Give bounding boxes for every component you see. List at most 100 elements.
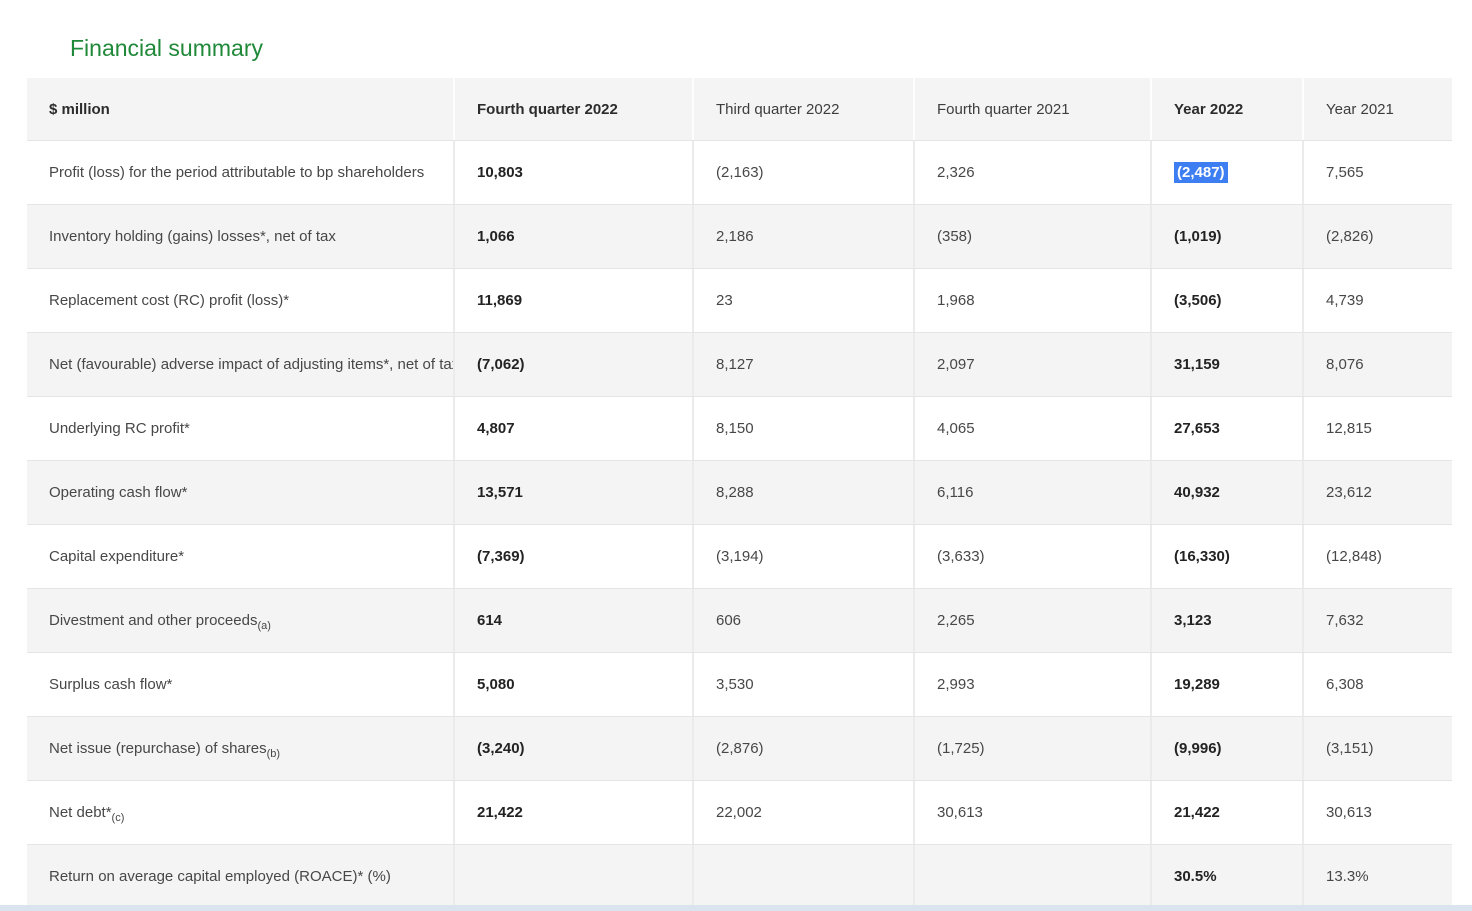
horizontal-scrollbar-track[interactable] — [0, 905, 1472, 911]
page-title: Financial summary — [70, 35, 263, 61]
table-cell: 8,127 — [692, 333, 913, 396]
cell-value: 2,993 — [937, 676, 975, 693]
cell-value: 27,653 — [1174, 420, 1220, 437]
cell-value: 23 — [716, 292, 733, 309]
row-label: Net (favourable) adverse impact of adjus… — [49, 356, 453, 373]
table-cell: (7,062) — [453, 333, 692, 396]
cell-value: 30,613 — [937, 804, 983, 821]
table-cell: 614 — [453, 589, 692, 652]
table-cell: 1,066 — [453, 205, 692, 268]
cell-value: 21,422 — [477, 804, 523, 821]
row-label-footnote: (b) — [267, 748, 280, 760]
row-label-cell: Capital expenditure* — [27, 525, 453, 588]
cell-value: (2,826) — [1326, 228, 1374, 245]
selected-cell-value[interactable]: (2,487) — [1174, 162, 1228, 183]
table-cell: 7,632 — [1302, 589, 1452, 652]
cell-value: 8,127 — [716, 356, 754, 373]
table-cell: 7,565 — [1302, 141, 1452, 204]
table-cell: 10,803 — [453, 141, 692, 204]
cell-value: 4,739 — [1326, 292, 1364, 309]
cell-value: 606 — [716, 612, 741, 629]
cell-value: (3,633) — [937, 548, 985, 565]
table-cell: 11,869 — [453, 269, 692, 332]
cell-value: 31,159 — [1174, 356, 1220, 373]
cell-value: (1,725) — [937, 740, 985, 757]
column-header-q3-2022: Third quarter 2022 — [692, 78, 913, 140]
cell-value: 8,288 — [716, 484, 754, 501]
row-label: Underlying RC profit* — [49, 420, 190, 437]
row-label: Replacement cost (RC) profit (loss)* — [49, 292, 289, 309]
cell-value: 13.3% — [1326, 868, 1369, 885]
cell-value: 23,612 — [1326, 484, 1372, 501]
cell-value: 19,289 — [1174, 676, 1220, 693]
cell-value: 7,632 — [1326, 612, 1364, 629]
table-row: Profit (loss) for the period attributabl… — [27, 140, 1452, 204]
table-cell: (16,330) — [1150, 525, 1302, 588]
table-row: Capital expenditure* (7,369) (3,194) (3,… — [27, 524, 1452, 588]
table-cell: 2,993 — [913, 653, 1150, 716]
row-label-cell: Inventory holding (gains) losses*, net o… — [27, 205, 453, 268]
table-row: Surplus cash flow* 5,080 3,530 2,993 19,… — [27, 652, 1452, 716]
table-cell: (2,876) — [692, 717, 913, 780]
cell-value: 22,002 — [716, 804, 762, 821]
row-label: Profit (loss) for the period attributabl… — [49, 164, 424, 181]
table-row: Net (favourable) adverse impact of adjus… — [27, 332, 1452, 396]
table-cell: 22,002 — [692, 781, 913, 844]
table-cell: 21,422 — [453, 781, 692, 844]
table-cell: 4,065 — [913, 397, 1150, 460]
table-row: Underlying RC profit* 4,807 8,150 4,065 … — [27, 396, 1452, 460]
table-cell: 30,613 — [913, 781, 1150, 844]
table-row: Return on average capital employed (ROAC… — [27, 844, 1452, 908]
table-cell: 4,739 — [1302, 269, 1452, 332]
table-cell: (3,506) — [1150, 269, 1302, 332]
table-cell — [692, 845, 913, 908]
table-cell: (358) — [913, 205, 1150, 268]
cell-value: (3,506) — [1174, 292, 1222, 309]
table-cell: 606 — [692, 589, 913, 652]
table-cell: 8,288 — [692, 461, 913, 524]
cell-value: 40,932 — [1174, 484, 1220, 501]
table-cell: (3,240) — [453, 717, 692, 780]
cell-value: 4,807 — [477, 420, 515, 437]
column-header-year-2021: Year 2021 — [1302, 78, 1452, 140]
table-cell: 8,076 — [1302, 333, 1452, 396]
cell-value: 5,080 — [477, 676, 515, 693]
cell-value: (9,996) — [1174, 740, 1222, 757]
cell-value: 1,968 — [937, 292, 975, 309]
cell-value: 6,308 — [1326, 676, 1364, 693]
cell-value: (358) — [937, 228, 972, 245]
table-cell: 3,123 — [1150, 589, 1302, 652]
cell-value: (3,151) — [1326, 740, 1374, 757]
table-cell: 2,265 — [913, 589, 1150, 652]
cell-value: 21,422 — [1174, 804, 1220, 821]
table-cell: 23,612 — [1302, 461, 1452, 524]
table-header-row: $ million Fourth quarter 2022 Third quar… — [27, 78, 1452, 140]
cell-value: 30,613 — [1326, 804, 1372, 821]
table-row: Inventory holding (gains) losses*, net o… — [27, 204, 1452, 268]
table-cell: 2,326 — [913, 141, 1150, 204]
row-label: Inventory holding (gains) losses*, net o… — [49, 228, 336, 245]
table-cell: 3,530 — [692, 653, 913, 716]
row-label: Divestment and other proceeds — [49, 612, 257, 629]
table-cell: (2,826) — [1302, 205, 1452, 268]
cell-value: 13,571 — [477, 484, 523, 501]
table-body: Profit (loss) for the period attributabl… — [27, 140, 1452, 908]
cell-value: 30.5% — [1174, 868, 1217, 885]
cell-value: (1,019) — [1174, 228, 1222, 245]
financial-summary-table: $ million Fourth quarter 2022 Third quar… — [27, 78, 1452, 908]
cell-value: (7,369) — [477, 548, 525, 565]
column-header-q4-2022: Fourth quarter 2022 — [453, 78, 692, 140]
row-label-cell: Divestment and other proceeds(a) — [27, 589, 453, 652]
row-label-cell: Surplus cash flow* — [27, 653, 453, 716]
cell-value: (7,062) — [477, 356, 525, 373]
column-header-q4-2021: Fourth quarter 2021 — [913, 78, 1150, 140]
table-cell: (3,633) — [913, 525, 1150, 588]
row-label-cell: Underlying RC profit* — [27, 397, 453, 460]
cell-value: 1,066 — [477, 228, 515, 245]
table-cell: (3,151) — [1302, 717, 1452, 780]
table-cell: 2,097 — [913, 333, 1150, 396]
table-cell: (2,487) — [1150, 141, 1302, 204]
cell-value: 8,076 — [1326, 356, 1364, 373]
table-row: Replacement cost (RC) profit (loss)* 11,… — [27, 268, 1452, 332]
table-row: Operating cash flow* 13,571 8,288 6,116 … — [27, 460, 1452, 524]
